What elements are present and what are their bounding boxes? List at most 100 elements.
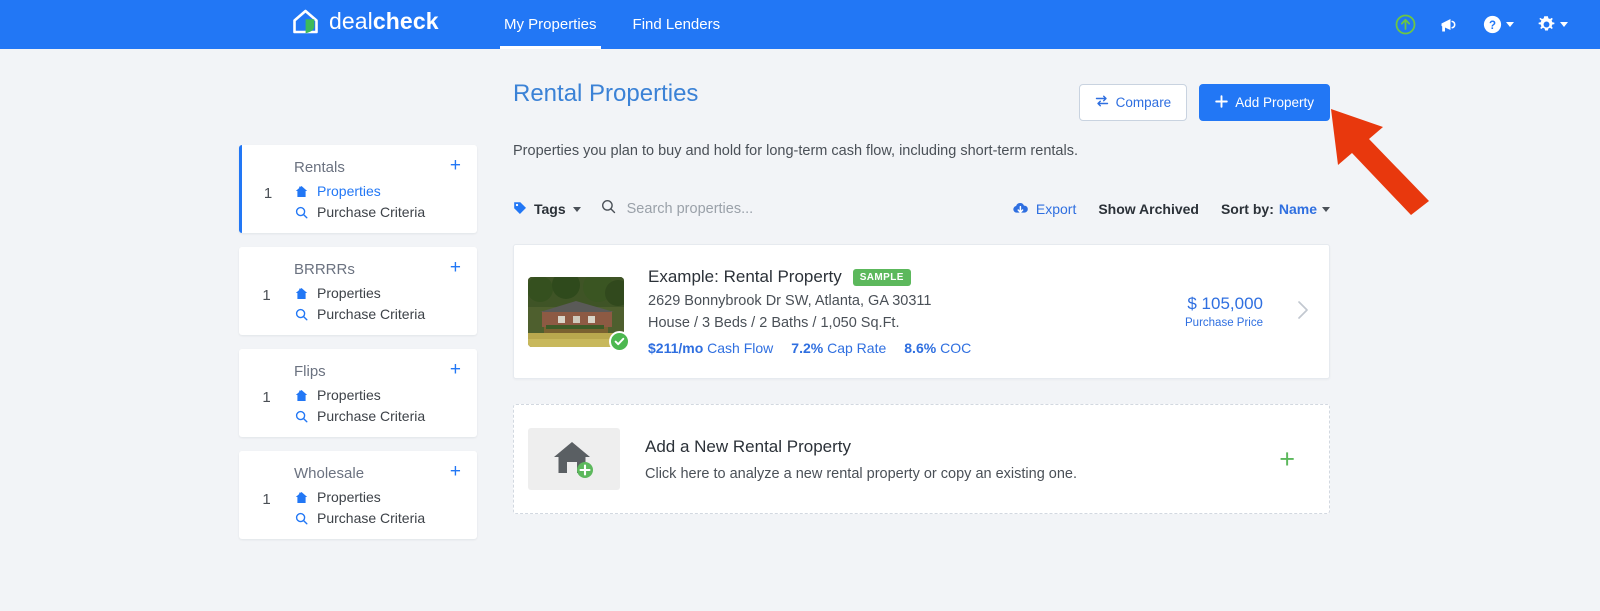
property-card[interactable]: Example: Rental Property SAMPLE 2629 Bon… — [513, 244, 1330, 379]
export-button[interactable]: Export — [1012, 201, 1076, 218]
sidebar-card-flips[interactable]: 1 Flips + Properties Purchase Criteria — [239, 349, 477, 437]
chevron-right-icon[interactable] — [1297, 300, 1309, 324]
metric-cash-flow: $211/mo Cash Flow — [648, 340, 774, 356]
tag-icon — [513, 201, 527, 218]
sidebar-label: Purchase Criteria — [317, 306, 426, 322]
sort-by-value: Name — [1278, 201, 1317, 217]
verified-check-badge — [609, 330, 630, 352]
page-title-actions: Compare Add Property — [1078, 84, 1330, 121]
sidebar-label: Purchase Criteria — [317, 204, 426, 220]
sidebar-label: Purchase Criteria — [317, 408, 426, 424]
sidebar-count-brrrrs: 1 — [262, 287, 271, 304]
house-icon — [294, 491, 308, 504]
exchange-icon — [1095, 94, 1109, 111]
sidebar-item-flips-criteria[interactable]: Purchase Criteria — [294, 408, 461, 424]
add-new-property-card[interactable]: Add a New Rental Property Click here to … — [513, 404, 1330, 514]
chevron-down-icon — [1560, 22, 1568, 27]
sidebar-label: Properties — [317, 183, 381, 199]
add-property-thumbnail — [528, 428, 620, 490]
nav-find-lenders[interactable]: Find Lenders — [629, 0, 725, 49]
page-subtitle: Properties you plan to buy and hold for … — [513, 143, 1078, 159]
sidebar-count-flips: 1 — [262, 389, 271, 406]
sidebar: 1 Rentals + Properties Purchase Criteria… — [239, 145, 477, 553]
search-icon — [601, 199, 616, 219]
add-property-button-label: Add Property — [1235, 95, 1314, 110]
sidebar-count-wholesale: 1 — [262, 491, 271, 508]
export-label: Export — [1035, 201, 1077, 217]
add-property-plus-icon[interactable]: + — [1279, 445, 1295, 473]
sidebar-label: Properties — [317, 285, 381, 301]
main-content: Rental Properties Compare Add Property P… — [513, 80, 1330, 514]
sidebar-add-wholesale-button[interactable]: + — [450, 462, 461, 481]
sidebar-title-brrrrs: BRRRRs — [294, 261, 355, 278]
sidebar-item-wholesale-criteria[interactable]: Purchase Criteria — [294, 510, 461, 526]
list-toolbar: Tags Search properties... Export Show Ar… — [513, 192, 1330, 226]
toolbar-left: Tags — [513, 199, 957, 219]
sample-badge: SAMPLE — [852, 268, 911, 286]
upgrade-icon[interactable] — [1395, 14, 1416, 35]
app-page: dealcheck My Properties Find Lenders ? 1… — [0, 0, 1600, 611]
page-title: Rental Properties — [513, 80, 699, 107]
add-property-title: Add a New Rental Property — [645, 436, 851, 456]
sidebar-label: Properties — [317, 387, 381, 403]
property-price-box: $ 105,000 Purchase Price — [1185, 294, 1263, 329]
search-icon — [294, 410, 308, 423]
sidebar-item-flips-properties[interactable]: Properties — [294, 387, 461, 403]
sidebar-add-brrrrs-button[interactable]: + — [450, 258, 461, 277]
sidebar-item-brrrrs-criteria[interactable]: Purchase Criteria — [294, 306, 461, 322]
property-price-label: Purchase Price — [1185, 317, 1263, 329]
megaphone-icon[interactable] — [1439, 15, 1460, 35]
property-metrics: $211/mo Cash Flow 7.2% Cap Rate 8.6% COC — [648, 340, 1185, 356]
tags-filter-button[interactable]: Tags — [513, 201, 581, 218]
search-box[interactable] — [601, 199, 957, 219]
sidebar-item-rentals-criteria[interactable]: Purchase Criteria — [294, 204, 461, 220]
property-price: $ 105,000 — [1187, 294, 1263, 313]
toolbar-right: Export Show Archived Sort by: Name — [1012, 201, 1330, 218]
sidebar-item-rentals-properties[interactable]: Properties — [294, 183, 461, 199]
metric-coc: 8.6% COC — [904, 340, 972, 356]
property-address: 2629 Bonnybrook Dr SW, Atlanta, GA 30311 — [648, 293, 932, 309]
chevron-down-icon — [1506, 22, 1514, 27]
sidebar-item-wholesale-properties[interactable]: Properties — [294, 489, 461, 505]
nav-my-properties[interactable]: My Properties — [500, 0, 601, 49]
sidebar-card-wholesale[interactable]: 1 Wholesale + Properties Purchase Criter… — [239, 451, 477, 539]
svg-text:?: ? — [1489, 20, 1496, 32]
house-icon — [294, 287, 308, 300]
add-property-text: Add a New Rental Property Click here to … — [645, 437, 1279, 482]
chevron-down-icon — [572, 206, 581, 212]
chevron-down-icon — [1322, 206, 1330, 212]
sidebar-count-rentals: 1 — [263, 185, 273, 202]
brand-text: dealcheck — [329, 8, 439, 34]
sidebar-card-rentals[interactable]: 1 Rentals + Properties Purchase Criteria — [239, 145, 477, 233]
property-info: Example: Rental Property SAMPLE 2629 Bon… — [648, 267, 1185, 356]
property-name: Example: Rental Property — [648, 267, 842, 286]
sort-by-label: Sort by: — [1220, 201, 1274, 217]
sidebar-add-rentals-button[interactable]: + — [450, 156, 461, 175]
compare-button[interactable]: Compare — [1078, 84, 1188, 121]
brand-logo-group[interactable]: dealcheck — [291, 7, 439, 36]
search-icon — [294, 308, 308, 321]
page-title-row: Rental Properties Compare Add Property — [513, 80, 1330, 121]
sidebar-label: Properties — [317, 489, 381, 505]
cloud-download-icon — [1012, 201, 1029, 218]
add-property-button[interactable]: Add Property — [1199, 84, 1330, 121]
help-icon[interactable]: ? — [1483, 15, 1514, 34]
header-actions: ? — [1395, 0, 1568, 49]
gear-icon[interactable] — [1537, 15, 1568, 34]
property-thumbnail-wrap — [528, 276, 630, 352]
sidebar-title-flips: Flips — [294, 363, 326, 380]
compare-button-label: Compare — [1115, 95, 1172, 110]
search-input[interactable] — [626, 201, 957, 217]
add-property-subtitle: Click here to analyze a new rental prope… — [645, 465, 1078, 482]
show-archived-button[interactable]: Show Archived — [1098, 201, 1199, 217]
property-name-row: Example: Rental Property SAMPLE — [648, 267, 1185, 287]
house-icon — [294, 185, 308, 198]
sidebar-card-brrrrs[interactable]: 1 BRRRRs + Properties Purchase Criteria — [239, 247, 477, 335]
sidebar-add-flips-button[interactable]: + — [450, 360, 461, 379]
annotation-arrow — [1325, 105, 1435, 222]
property-specs: House / 3 Beds / 2 Baths / 1,050 Sq.Ft. — [648, 315, 900, 331]
search-icon — [294, 206, 308, 219]
sidebar-item-brrrrs-properties[interactable]: Properties — [294, 285, 461, 301]
sort-by-control[interactable]: Sort by: Name — [1221, 201, 1330, 217]
sidebar-title-wholesale: Wholesale — [294, 465, 365, 482]
